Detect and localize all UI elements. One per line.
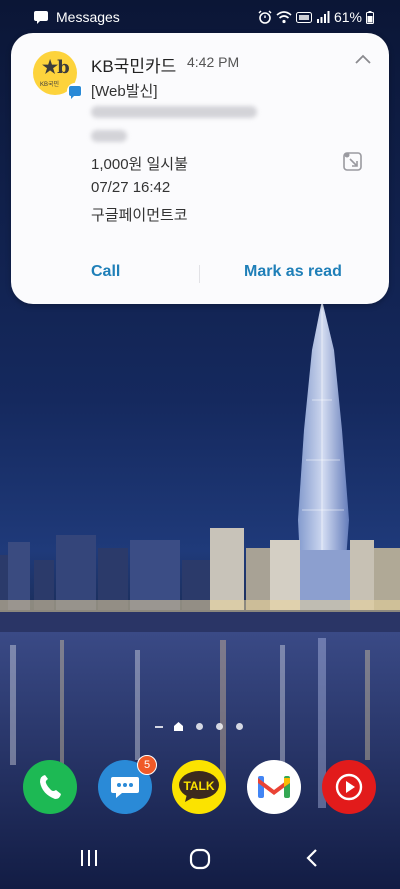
message-notification-icon (34, 10, 48, 24)
kb-card-app-icon: ★b KB국민 (33, 51, 83, 99)
mark-as-read-button[interactable]: Mark as read (244, 263, 342, 281)
notification-line-merchant: 구글페이먼트코 (91, 207, 188, 224)
status-app-name: Messages (56, 9, 120, 25)
notification-line-web: [Web발신] (91, 83, 158, 100)
notification-card[interactable]: ★b KB국민 KB국민카드 4:42 PM [Web발신] 1,000원 일시… (11, 33, 389, 304)
home-page-icon (174, 722, 183, 731)
home-button-icon[interactable] (189, 848, 211, 870)
kb-logo-mark: ★b (42, 57, 70, 78)
volte-icon (295, 11, 312, 23)
kakaotalk-label: TALK (183, 779, 215, 793)
messages-app[interactable]: 5 (98, 755, 157, 814)
navigation-bar (0, 840, 400, 889)
page-dot (216, 723, 223, 730)
gmail-app[interactable] (247, 760, 301, 814)
wifi-icon (276, 10, 292, 23)
page-indicator[interactable] (0, 720, 400, 734)
back-icon[interactable] (305, 848, 319, 868)
status-bar: Messages 61% (0, 0, 400, 36)
gmail-icon (258, 776, 290, 798)
notification-sender: KB국민카드 (91, 57, 177, 76)
battery-percent: 61% (333, 9, 362, 25)
play-circle-icon (335, 773, 363, 801)
battery-icon (366, 10, 374, 24)
phone-app[interactable] (23, 760, 77, 814)
action-divider (199, 265, 200, 283)
chat-bubble-icon (111, 777, 139, 798)
notification-line-amount: 1,000원 일시불 (91, 156, 188, 173)
open-in-app-icon[interactable] (342, 150, 364, 172)
call-button[interactable]: Call (91, 263, 120, 281)
notification-time: 4:42 PM (187, 54, 240, 70)
notification-actions: Call Mark as read (11, 259, 389, 289)
redacted-text (91, 130, 127, 142)
youtube-music-app[interactable] (322, 760, 376, 814)
recent-apps-icon[interactable] (80, 848, 98, 868)
alarm-icon (258, 10, 272, 24)
notification-line-datetime: 07/27 16:42 (91, 179, 171, 196)
kakaotalk-app[interactable]: TALK (172, 760, 226, 814)
phone-icon (40, 775, 61, 799)
pager-menu-dash (155, 726, 163, 728)
redacted-text (91, 106, 257, 118)
page-dot (196, 723, 203, 730)
signal-icon (316, 11, 330, 23)
chevron-up-icon[interactable] (354, 53, 372, 65)
message-badge-icon (67, 83, 83, 99)
page-dot (236, 723, 243, 730)
kb-logo-text: KB국민 (40, 82, 60, 88)
messages-unread-badge: 5 (137, 755, 157, 775)
